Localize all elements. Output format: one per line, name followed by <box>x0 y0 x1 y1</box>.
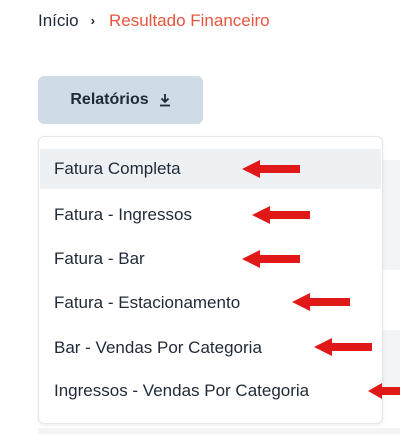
menu-item-fatura-bar[interactable]: Fatura - Bar <box>40 239 381 279</box>
breadcrumb-home-link[interactable]: Início <box>38 10 79 32</box>
breadcrumb-separator: › <box>90 13 95 28</box>
menu-item-ingressos-vendas-por-categoria[interactable]: Ingressos - Vendas Por Categoria <box>40 371 381 411</box>
breadcrumb: Início › Resultado Financeiro <box>38 10 270 32</box>
menu-item-label: Fatura Completa <box>54 159 181 178</box>
menu-item-label: Fatura - Bar <box>54 249 145 268</box>
red-arrow-icon <box>292 293 350 311</box>
menu-item-label: Bar - Vendas Por Categoria <box>54 338 262 357</box>
reports-button-label: Relatórios <box>70 91 149 108</box>
menu-item-fatura-ingressos[interactable]: Fatura - Ingressos <box>40 195 381 235</box>
red-arrow-icon <box>314 338 372 356</box>
background-panel <box>38 428 400 434</box>
red-arrow-icon <box>368 383 400 399</box>
red-arrow-icon <box>242 160 300 178</box>
download-icon <box>159 93 171 107</box>
menu-item-fatura-completa[interactable]: Fatura Completa <box>40 149 381 189</box>
breadcrumb-current: Resultado Financeiro <box>108 11 270 30</box>
red-arrow-icon <box>252 206 310 224</box>
reports-dropdown-menu: Fatura Completa Fatura - Ingressos Fatur… <box>38 136 383 424</box>
menu-item-label: Fatura - Estacionamento <box>54 293 241 312</box>
background-panel <box>380 160 400 270</box>
menu-item-label: Fatura - Ingressos <box>54 205 192 224</box>
reports-dropdown-button[interactable]: Relatórios <box>38 76 203 124</box>
red-arrow-icon <box>242 250 300 268</box>
menu-item-label: Ingressos - Vendas Por Categoria <box>54 381 310 400</box>
